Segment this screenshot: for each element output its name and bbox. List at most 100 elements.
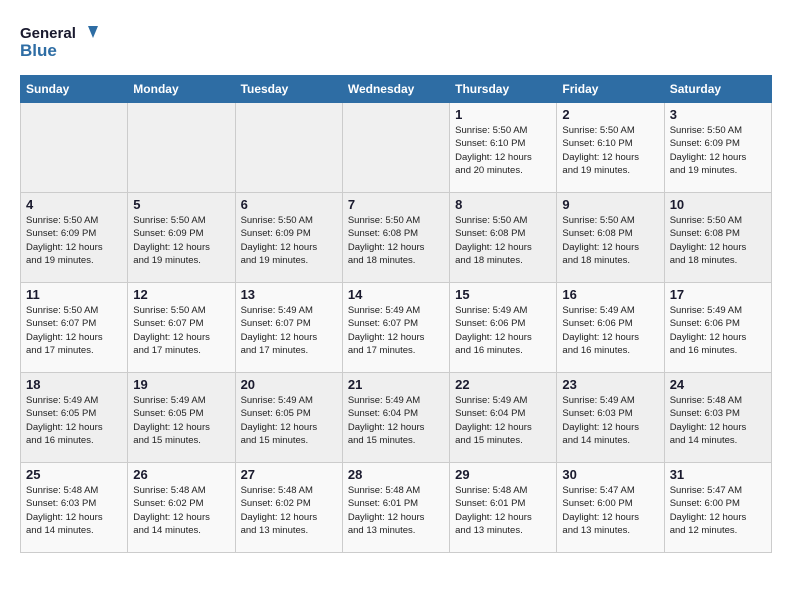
calendar-cell: 18 Sunrise: 5:49 AMSunset: 6:05 PMDayligh… [21, 373, 128, 463]
day-number: 15 [455, 287, 551, 302]
day-info: Sunrise: 5:50 AMSunset: 6:08 PMDaylight:… [670, 214, 766, 267]
calendar-cell: 13 Sunrise: 5:49 AMSunset: 6:07 PMDayligh… [235, 283, 342, 373]
day-info: Sunrise: 5:48 AMSunset: 6:02 PMDaylight:… [241, 484, 337, 537]
calendar-cell: 14Sunrise: 5:49 AMSunset: 6:07 PMDayligh… [342, 283, 449, 373]
day-info: Sunrise: 5:50 AMSunset: 6:10 PMDaylight:… [455, 124, 551, 177]
calendar-week-row: 18 Sunrise: 5:49 AMSunset: 6:05 PMDayligh… [21, 373, 772, 463]
calendar-cell: 25 Sunrise: 5:48 AMSunset: 6:03 PMDayligh… [21, 463, 128, 553]
calendar-cell: 29 Sunrise: 5:48 AMSunset: 6:01 PMDayligh… [450, 463, 557, 553]
day-info: Sunrise: 5:50 AMSunset: 6:09 PMDaylight:… [133, 214, 229, 267]
calendar-table: SundayMondayTuesdayWednesdayThursdayFrid… [20, 75, 772, 553]
day-info: Sunrise: 5:49 AMSunset: 6:07 PMDaylight:… [348, 304, 444, 357]
weekday-header-row: SundayMondayTuesdayWednesdayThursdayFrid… [21, 76, 772, 103]
day-info: Sunrise: 5:47 AMSunset: 6:00 PMDaylight:… [670, 484, 766, 537]
calendar-body: 1 Sunrise: 5:50 AMSunset: 6:10 PMDaylight… [21, 103, 772, 553]
day-number: 23 [562, 377, 658, 392]
calendar-cell: 24Sunrise: 5:48 AMSunset: 6:03 PMDayligh… [664, 373, 771, 463]
day-number: 24 [670, 377, 766, 392]
day-info: Sunrise: 5:49 AMSunset: 6:05 PMDaylight:… [241, 394, 337, 447]
day-info: Sunrise: 5:49 AMSunset: 6:05 PMDaylight:… [26, 394, 122, 447]
day-info: Sunrise: 5:47 AMSunset: 6:00 PMDaylight:… [562, 484, 658, 537]
weekday-header-saturday: Saturday [664, 76, 771, 103]
day-info: Sunrise: 5:49 AMSunset: 6:04 PMDaylight:… [348, 394, 444, 447]
day-info: Sunrise: 5:50 AMSunset: 6:10 PMDaylight:… [562, 124, 658, 177]
day-number: 17 [670, 287, 766, 302]
day-number: 1 [455, 107, 551, 122]
calendar-cell: 7 Sunrise: 5:50 AMSunset: 6:08 PMDaylight… [342, 193, 449, 283]
calendar-cell: 10 Sunrise: 5:50 AMSunset: 6:08 PMDayligh… [664, 193, 771, 283]
day-number: 27 [241, 467, 337, 482]
day-info: Sunrise: 5:48 AMSunset: 6:03 PMDaylight:… [26, 484, 122, 537]
calendar-cell: 2Sunrise: 5:50 AMSunset: 6:10 PMDaylight… [557, 103, 664, 193]
logo-svg: General Blue [20, 20, 100, 65]
day-info: Sunrise: 5:50 AMSunset: 6:08 PMDaylight:… [348, 214, 444, 267]
calendar-cell: 30 Sunrise: 5:47 AMSunset: 6:00 PMDayligh… [557, 463, 664, 553]
calendar-cell: 27 Sunrise: 5:48 AMSunset: 6:02 PMDayligh… [235, 463, 342, 553]
day-number: 25 [26, 467, 122, 482]
calendar-cell: 9 Sunrise: 5:50 AMSunset: 6:08 PMDaylight… [557, 193, 664, 283]
day-number: 19 [133, 377, 229, 392]
day-info: Sunrise: 5:48 AMSunset: 6:02 PMDaylight:… [133, 484, 229, 537]
calendar-cell: 16 Sunrise: 5:49 AMSunset: 6:06 PMDayligh… [557, 283, 664, 373]
day-info: Sunrise: 5:50 AMSunset: 6:08 PMDaylight:… [455, 214, 551, 267]
day-number: 7 [348, 197, 444, 212]
calendar-cell: 31 Sunrise: 5:47 AMSunset: 6:00 PMDayligh… [664, 463, 771, 553]
calendar-cell: 4Sunrise: 5:50 AMSunset: 6:09 PMDaylight… [21, 193, 128, 283]
day-number: 12 [133, 287, 229, 302]
calendar-cell: 12 Sunrise: 5:50 AMSunset: 6:07 PMDayligh… [128, 283, 235, 373]
day-number: 8 [455, 197, 551, 212]
calendar-cell: 6Sunrise: 5:50 AMSunset: 6:09 PMDaylight… [235, 193, 342, 283]
day-info: Sunrise: 5:49 AMSunset: 6:05 PMDaylight:… [133, 394, 229, 447]
calendar-cell: 3Sunrise: 5:50 AMSunset: 6:09 PMDaylight… [664, 103, 771, 193]
day-info: Sunrise: 5:49 AMSunset: 6:07 PMDaylight:… [241, 304, 337, 357]
day-number: 31 [670, 467, 766, 482]
day-info: Sunrise: 5:49 AMSunset: 6:06 PMDaylight:… [562, 304, 658, 357]
day-info: Sunrise: 5:49 AMSunset: 6:04 PMDaylight:… [455, 394, 551, 447]
day-number: 4 [26, 197, 122, 212]
calendar-cell: 8 Sunrise: 5:50 AMSunset: 6:08 PMDaylight… [450, 193, 557, 283]
day-number: 26 [133, 467, 229, 482]
day-info: Sunrise: 5:49 AMSunset: 6:03 PMDaylight:… [562, 394, 658, 447]
calendar-week-row: 1 Sunrise: 5:50 AMSunset: 6:10 PMDaylight… [21, 103, 772, 193]
day-number: 30 [562, 467, 658, 482]
calendar-week-row: 11 Sunrise: 5:50 AMSunset: 6:07 PMDayligh… [21, 283, 772, 373]
day-info: Sunrise: 5:48 AMSunset: 6:01 PMDaylight:… [348, 484, 444, 537]
svg-text:General: General [20, 25, 76, 42]
day-info: Sunrise: 5:49 AMSunset: 6:06 PMDaylight:… [455, 304, 551, 357]
day-number: 29 [455, 467, 551, 482]
day-number: 10 [670, 197, 766, 212]
day-number: 28 [348, 467, 444, 482]
calendar-cell: 15 Sunrise: 5:49 AMSunset: 6:06 PMDayligh… [450, 283, 557, 373]
calendar-cell: 28 Sunrise: 5:48 AMSunset: 6:01 PMDayligh… [342, 463, 449, 553]
calendar-cell [235, 103, 342, 193]
calendar-cell: 17 Sunrise: 5:49 AMSunset: 6:06 PMDayligh… [664, 283, 771, 373]
day-info: Sunrise: 5:49 AMSunset: 6:06 PMDaylight:… [670, 304, 766, 357]
day-number: 22 [455, 377, 551, 392]
day-info: Sunrise: 5:50 AMSunset: 6:08 PMDaylight:… [562, 214, 658, 267]
day-number: 16 [562, 287, 658, 302]
calendar-cell: 20 Sunrise: 5:49 AMSunset: 6:05 PMDayligh… [235, 373, 342, 463]
day-number: 20 [241, 377, 337, 392]
day-info: Sunrise: 5:48 AMSunset: 6:01 PMDaylight:… [455, 484, 551, 537]
day-number: 9 [562, 197, 658, 212]
day-info: Sunrise: 5:50 AMSunset: 6:07 PMDaylight:… [133, 304, 229, 357]
calendar-week-row: 4 Sunrise: 5:50 AMSunset: 6:09 PMDaylight… [21, 193, 772, 283]
calendar-cell: 23 Sunrise: 5:49 AMSunset: 6:03 PMDayligh… [557, 373, 664, 463]
day-number: 5 [133, 197, 229, 212]
weekday-header-tuesday: Tuesday [235, 76, 342, 103]
day-info: Sunrise: 5:50 AMSunset: 6:07 PMDaylight:… [26, 304, 122, 357]
calendar-header: SundayMondayTuesdayWednesdayThursdayFrid… [21, 76, 772, 103]
day-number: 11 [26, 287, 122, 302]
calendar-cell [21, 103, 128, 193]
day-info: Sunrise: 5:50 AMSunset: 6:09 PMDaylight:… [241, 214, 337, 267]
calendar-cell: 1 Sunrise: 5:50 AMSunset: 6:10 PMDaylight… [450, 103, 557, 193]
day-info: Sunrise: 5:50 AMSunset: 6:09 PMDaylight:… [670, 124, 766, 177]
day-number: 13 [241, 287, 337, 302]
day-number: 18 [26, 377, 122, 392]
calendar-cell: 22 Sunrise: 5:49 AMSunset: 6:04 PMDayligh… [450, 373, 557, 463]
calendar-cell: 26 Sunrise: 5:48 AMSunset: 6:02 PMDayligh… [128, 463, 235, 553]
page-header: General Blue [20, 20, 772, 65]
weekday-header-thursday: Thursday [450, 76, 557, 103]
weekday-header-wednesday: Wednesday [342, 76, 449, 103]
svg-text:Blue: Blue [20, 41, 57, 60]
